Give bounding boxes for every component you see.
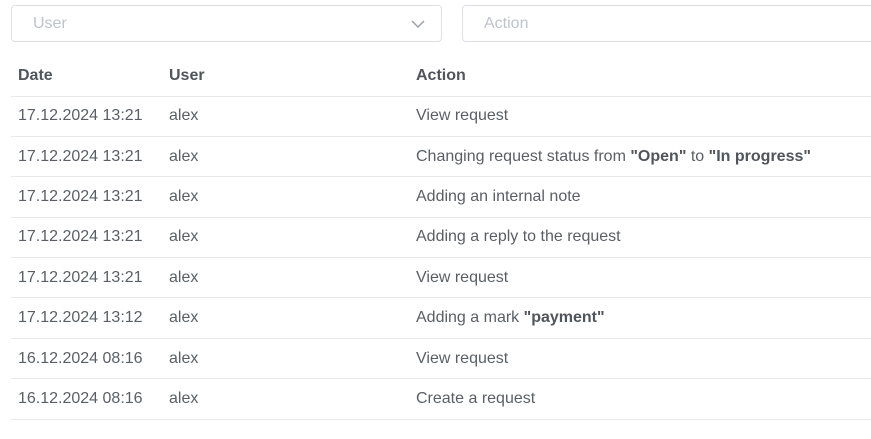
table-row[interactable]: 17.12.2024 13:12 alex Adding a mark "payme… [11, 297, 871, 339]
table-header-row: Date User Action [11, 56, 871, 97]
action-text: Adding a mark [416, 309, 524, 327]
column-header-action[interactable]: Action [409, 56, 871, 97]
column-header-date[interactable]: Date [11, 56, 162, 97]
cell-date: 17.12.2024 13:21 [11, 176, 162, 218]
table-row[interactable]: 16.12.2024 08:16 alex View request [11, 338, 871, 380]
table-row[interactable]: 17.12.2024 13:21 alex View request [11, 96, 871, 137]
action-text: Adding a reply to the request [416, 228, 621, 246]
cell-date: 17.12.2024 13:21 [11, 96, 162, 137]
cell-action: Changing request status from "Open" to "… [409, 136, 871, 178]
cell-action: View request [409, 338, 871, 380]
cell-action: Adding a reply to the request [409, 217, 871, 259]
table-row[interactable]: 17.12.2024 13:21 alex Adding a reply to th… [11, 217, 871, 259]
action-text: Create a request [416, 389, 536, 407]
action-text: to [686, 147, 709, 165]
cell-user: alex [162, 136, 409, 178]
cell-user: alex [162, 338, 409, 380]
cell-user: alex [162, 217, 409, 259]
cell-action: Create a request [409, 378, 871, 420]
column-header-user[interactable]: User [162, 56, 409, 97]
table-row[interactable]: 16.12.2024 08:16 alex Create a request [11, 378, 871, 420]
cell-date: 16.12.2024 08:16 [11, 338, 162, 380]
cell-user: alex [162, 257, 409, 299]
cell-date: 17.12.2024 13:21 [11, 257, 162, 299]
action-text: Adding an internal note [416, 187, 581, 205]
cell-action: Adding an internal note [409, 176, 871, 218]
audit-log-table: Date User Action 17.12.2024 13:21 alex Vie… [11, 56, 871, 420]
table-row[interactable]: 17.12.2024 13:21 alex Adding an internal n… [11, 176, 871, 218]
table-body: 17.12.2024 13:21 alex View request 17.12.20… [11, 96, 871, 420]
action-highlight: "Open" [630, 147, 687, 165]
chevron-down-icon [411, 20, 425, 29]
cell-user: alex [162, 297, 409, 339]
cell-date: 17.12.2024 13:21 [11, 217, 162, 259]
action-text: View request [416, 268, 509, 286]
action-highlight: "payment" [523, 309, 605, 327]
table-row[interactable]: 17.12.2024 13:21 alex View request [11, 257, 871, 299]
user-filter-placeholder: User [33, 15, 67, 32]
cell-date: 17.12.2024 13:21 [11, 136, 162, 178]
cell-action: View request [409, 96, 871, 137]
cell-date: 16.12.2024 08:16 [11, 378, 162, 420]
user-filter-select[interactable]: User [11, 5, 442, 42]
filters-bar: User Action [11, 5, 871, 44]
action-filter-input[interactable]: Action [462, 5, 871, 42]
table-row[interactable]: 17.12.2024 13:21 alex Changing request sta… [11, 136, 871, 178]
action-filter-placeholder: Action [484, 15, 529, 32]
cell-user: alex [162, 378, 409, 420]
cell-user: alex [162, 176, 409, 218]
cell-user: alex [162, 96, 409, 137]
action-highlight: "In progress" [708, 147, 811, 165]
action-text: View request [416, 349, 509, 367]
cell-date: 17.12.2024 13:12 [11, 297, 162, 339]
cell-action: Adding a mark "payment" [409, 297, 871, 339]
cell-action: View request [409, 257, 871, 299]
action-text: Changing request status from [416, 147, 631, 165]
action-text: View request [416, 107, 509, 125]
